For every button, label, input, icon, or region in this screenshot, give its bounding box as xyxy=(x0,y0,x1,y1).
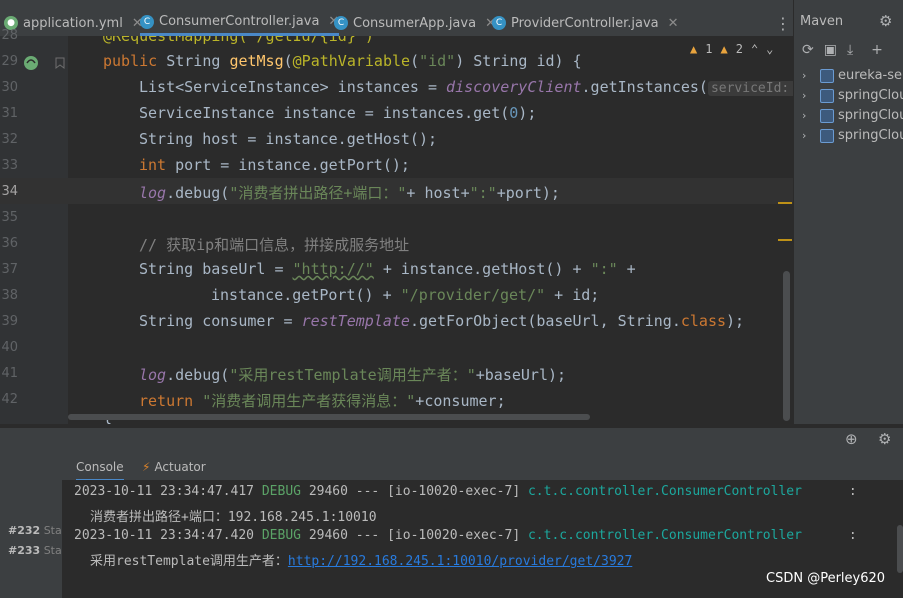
add-folder-icon[interactable]: ▣ xyxy=(824,42,837,58)
tab-console[interactable]: Console xyxy=(76,460,124,481)
log-line: 2023-10-11 23:34:47.420 DEBUG 29460 --- … xyxy=(74,528,857,543)
line-number: 28 xyxy=(1,28,18,43)
code-line: log.debug("采用restTemplate调用生产者："+baseUrl… xyxy=(139,366,567,384)
code-line: ServiceInstance instance = instances.get… xyxy=(139,104,537,122)
chevron-down-icon[interactable]: ⌄ xyxy=(766,42,773,56)
weak-warning-icon: ▲ xyxy=(720,42,728,56)
maven-panel: Maven ⚙ ⟳ ▣ ⤓ + ›eureka-serv ›springClou… xyxy=(793,0,903,424)
code-line: List<ServiceInstance> instances = discov… xyxy=(139,78,793,96)
add-icon[interactable]: + xyxy=(871,42,883,58)
actuator-icon: ⚡ xyxy=(142,460,151,474)
line-number: 34 xyxy=(1,184,18,199)
code-line: @RequestMapping("/getId/{id}") xyxy=(103,36,374,45)
thread-item[interactable]: #233 Stat xyxy=(8,544,66,557)
line-number: 39 xyxy=(1,314,18,329)
editor-gutter: 28 29 30 31 32 33 34 35 36 37 38 39 40 4… xyxy=(0,28,68,424)
chevron-up-icon[interactable]: ⌃ xyxy=(751,42,758,56)
line-number: 35 xyxy=(1,210,18,225)
code-line: String baseUrl = "http://" + instance.ge… xyxy=(139,260,636,278)
maven-project-item[interactable]: ›eureka-serv xyxy=(802,68,903,83)
download-icon[interactable]: ⤓ xyxy=(847,42,853,58)
tab-label: ConsumerController.java xyxy=(159,14,320,29)
tab-consumercontroller[interactable]: C ConsumerController.java ✕ xyxy=(140,10,340,36)
tab-label: application.yml xyxy=(23,15,123,31)
java-class-icon: C xyxy=(140,14,154,29)
line-number: 41 xyxy=(1,366,18,381)
watermark: CSDN @Perley620 xyxy=(766,571,886,586)
more-tabs-icon[interactable]: ⋮ xyxy=(775,14,791,33)
code-comment: // 获取ip和端口信息，拼接成服务地址 xyxy=(139,236,410,254)
line-number: 29 xyxy=(1,54,18,69)
line-number: 32 xyxy=(1,132,18,147)
reload-icon[interactable]: ⟳ xyxy=(802,42,814,58)
code-line: String consumer = restTemplate.getForObj… xyxy=(139,312,745,330)
maven-toolbar: ⟳ ▣ ⤓ + xyxy=(802,42,883,58)
log-line: 2023-10-11 23:34:47.417 DEBUG 29460 --- … xyxy=(74,484,857,499)
target-icon[interactable]: ⊕ xyxy=(845,430,858,448)
code-line: return "消费者调用生产者获得消息："+consumer; xyxy=(139,392,506,410)
bookmark-icon[interactable] xyxy=(54,57,66,69)
code-line: instance.getPort() + "/provider/get/" + … xyxy=(211,286,600,304)
gear-icon[interactable]: ⚙ xyxy=(879,12,892,30)
maven-module-icon xyxy=(820,128,834,143)
tab-consumerapp[interactable]: C ConsumerApp.java ✕ xyxy=(334,10,496,36)
maven-project-item[interactable]: ›springCloud xyxy=(802,108,903,123)
code-line: String host = instance.getHost(); xyxy=(139,130,438,148)
gear-icon[interactable]: ⚙ xyxy=(878,430,891,448)
run-subtabs: Console ⚡ Actuator xyxy=(62,452,903,481)
warning-icon: ▲ xyxy=(690,42,698,56)
maven-project-item[interactable]: ›springCloud xyxy=(802,88,903,103)
line-number: 36 xyxy=(1,236,18,251)
editor-tab-bar: ● application.yml ✕ C ConsumerController… xyxy=(0,0,793,37)
log-url-link[interactable]: http://192.168.245.1:10010/provider/get/… xyxy=(288,554,632,569)
line-number: 40 xyxy=(1,340,18,355)
maven-title: Maven xyxy=(800,14,844,29)
tab-application-yml[interactable]: ● application.yml ✕ xyxy=(4,10,143,36)
line-number: 38 xyxy=(1,288,18,303)
line-number: 33 xyxy=(1,158,18,173)
chevron-right-icon[interactable]: › xyxy=(802,129,814,142)
spring-endpoint-icon[interactable] xyxy=(22,54,40,72)
run-toolbar: ⊕ ⚙ xyxy=(0,428,903,452)
log-message: 采用restTemplate调用生产者：http://192.168.245.1… xyxy=(90,554,633,569)
java-class-icon: C xyxy=(492,16,506,30)
inspection-widget[interactable]: ▲ 1 ▲ 2 ⌃ ⌄ xyxy=(690,42,773,56)
services-thread-list: #232 Stat #233 Stat xyxy=(0,452,66,598)
chevron-right-icon[interactable]: › xyxy=(802,89,814,102)
log-message: 消费者拼出路径+端口：192.168.245.1:10010 xyxy=(90,510,377,525)
maven-module-icon xyxy=(820,68,834,83)
tab-actuator[interactable]: ⚡ Actuator xyxy=(142,460,206,474)
horizontal-scrollbar[interactable] xyxy=(68,414,590,420)
chevron-right-icon[interactable]: › xyxy=(802,109,814,122)
code-editor[interactable]: @RequestMapping("/getId/{id}") public St… xyxy=(68,36,793,424)
close-icon[interactable]: ✕ xyxy=(668,16,679,31)
code-line: log.debug("消费者拼出路径+端口："+ host+":"+port); xyxy=(139,184,560,202)
line-number: 31 xyxy=(1,106,18,121)
tab-label: ProviderController.java xyxy=(511,15,659,31)
line-number: 42 xyxy=(1,392,18,407)
vertical-scrollbar[interactable] xyxy=(783,271,790,421)
maven-module-icon xyxy=(820,88,834,103)
parameter-hint: serviceId: " xyxy=(707,81,793,96)
tab-providercontroller[interactable]: C ProviderController.java ✕ xyxy=(492,10,679,36)
tab-label: ConsumerApp.java xyxy=(353,15,477,31)
line-number: 37 xyxy=(1,262,18,277)
error-stripe-mark[interactable] xyxy=(778,239,792,241)
thread-item[interactable]: #232 Stat xyxy=(8,524,66,537)
code-line: int port = instance.getPort(); xyxy=(139,156,410,174)
maven-module-icon xyxy=(820,108,834,123)
maven-project-item[interactable]: ›springCloud xyxy=(802,128,903,143)
console-scrollbar[interactable] xyxy=(897,525,903,573)
error-stripe-mark[interactable] xyxy=(778,202,792,204)
line-number: 30 xyxy=(1,80,18,95)
code-line: public String getMsg(@PathVariable("id")… xyxy=(103,52,582,70)
java-class-icon: C xyxy=(334,16,348,30)
chevron-right-icon[interactable]: › xyxy=(802,69,814,82)
